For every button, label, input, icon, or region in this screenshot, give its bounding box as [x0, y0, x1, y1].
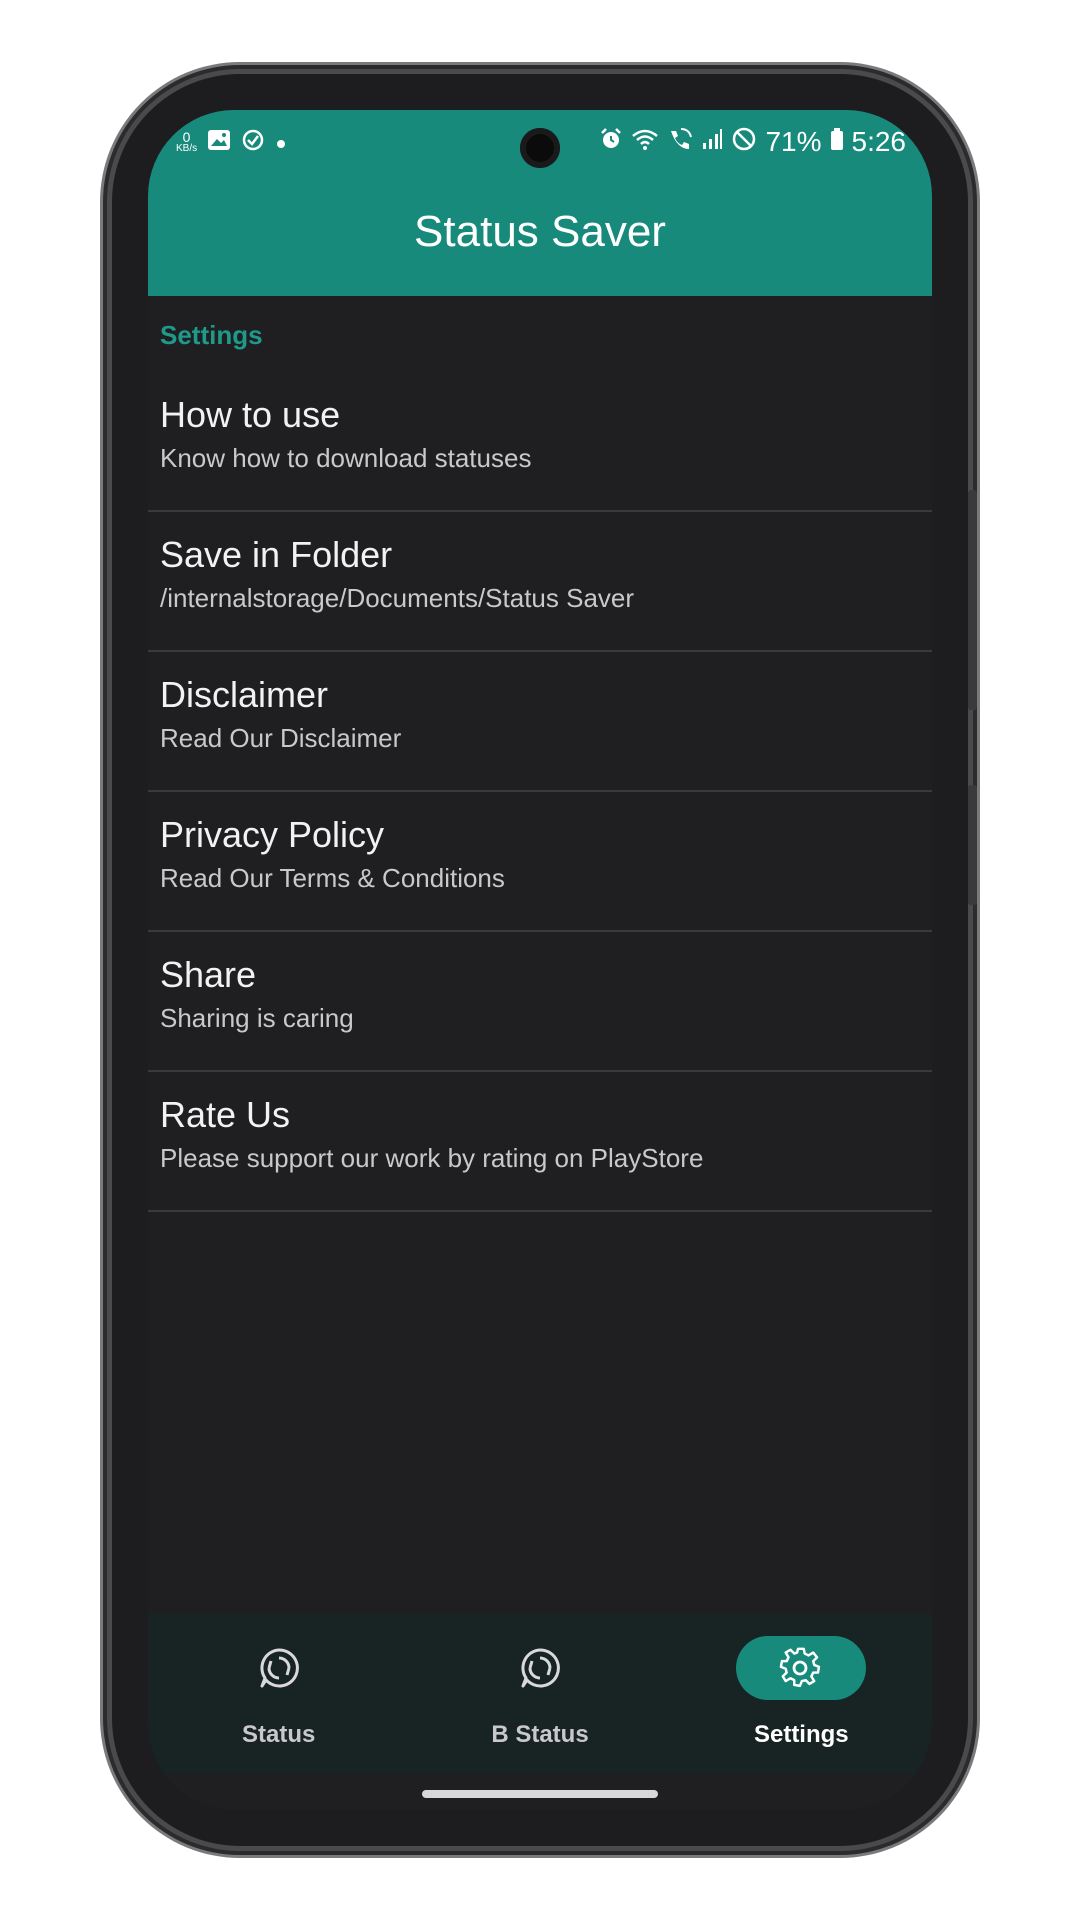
dot-icon — [275, 130, 287, 156]
status-bar: 0 KB/s 71% 5:26 — [148, 110, 932, 170]
nav-label: B Status — [491, 1721, 589, 1748]
status-bar-right: 71% 5:26 — [599, 126, 906, 158]
battery-icon — [830, 127, 844, 157]
item-subtitle: Know how to download statuses — [160, 443, 532, 473]
nav-tab-status[interactable]: Status — [148, 1614, 409, 1774]
signal-icon — [701, 128, 723, 156]
item-title: Save in Folder — [160, 534, 393, 575]
nav-label: Status — [241, 1721, 316, 1748]
settings-item-how-to-use[interactable]: How to use Know how to download statuses — [148, 372, 932, 512]
item-subtitle: Sharing is caring — [160, 1003, 354, 1033]
settings-item-disclaimer[interactable]: Disclaimer Read Our Disclaimer — [148, 652, 932, 792]
front-camera — [520, 128, 560, 168]
bottom-navigation: Status B Status Settings — [148, 1614, 932, 1774]
item-subtitle: Read Our Disclaimer — [160, 723, 402, 753]
settings-item-rate-us[interactable]: Rate Us Please support our work by ratin… — [148, 1072, 932, 1212]
alarm-icon — [599, 127, 623, 157]
nav-tab-b-status[interactable]: B Status — [409, 1614, 670, 1774]
home-indicator[interactable] — [422, 1790, 658, 1798]
item-title: Share — [160, 954, 257, 995]
app-bar: 0 KB/s 71% 5:26 Status Saver — [148, 110, 932, 296]
item-title: How to use — [160, 394, 341, 435]
gallery-icon — [207, 129, 231, 157]
wifi-icon — [631, 127, 659, 157]
settings-item-share[interactable]: Share Sharing is caring — [148, 932, 932, 1072]
clock: 5:26 — [851, 126, 907, 157]
data-speed-icon: 0 KB/s — [176, 129, 198, 154]
phone-screen: 0 KB/s 71% 5:26 Status Saver Settings Ho… — [148, 110, 932, 1810]
item-title: Rate Us — [160, 1094, 291, 1135]
check-circle-icon — [241, 128, 265, 158]
item-title: Privacy Policy — [160, 814, 385, 855]
nav-tab-settings[interactable]: Settings — [671, 1614, 932, 1774]
item-title: Disclaimer — [160, 674, 329, 715]
settings-list: How to use Know how to download statuses… — [148, 372, 932, 1212]
item-subtitle: /internalstorage/Documents/Status Saver — [160, 583, 635, 613]
business-status-icon — [521, 1648, 560, 1688]
settings-item-privacy-policy[interactable]: Privacy Policy Read Our Terms & Conditio… — [148, 792, 932, 932]
settings-item-save-in-folder[interactable]: Save in Folder /internalstorage/Document… — [148, 512, 932, 652]
item-subtitle: Please support our work by rating on Pla… — [160, 1143, 704, 1173]
volume-button — [968, 490, 977, 710]
do-not-disturb-icon — [731, 126, 757, 158]
app-title: Status Saver — [414, 207, 666, 256]
status-bar-left: 0 KB/s — [176, 128, 287, 158]
status-icon — [260, 1648, 299, 1688]
settings-section-label: Settings — [160, 320, 263, 350]
wifi-call-icon — [667, 127, 693, 157]
battery-percent: 71% — [765, 126, 822, 157]
item-subtitle: Read Our Terms & Conditions — [160, 863, 505, 893]
nav-label: Settings — [753, 1721, 849, 1748]
gear-icon — [780, 1647, 821, 1688]
power-button — [968, 785, 977, 905]
